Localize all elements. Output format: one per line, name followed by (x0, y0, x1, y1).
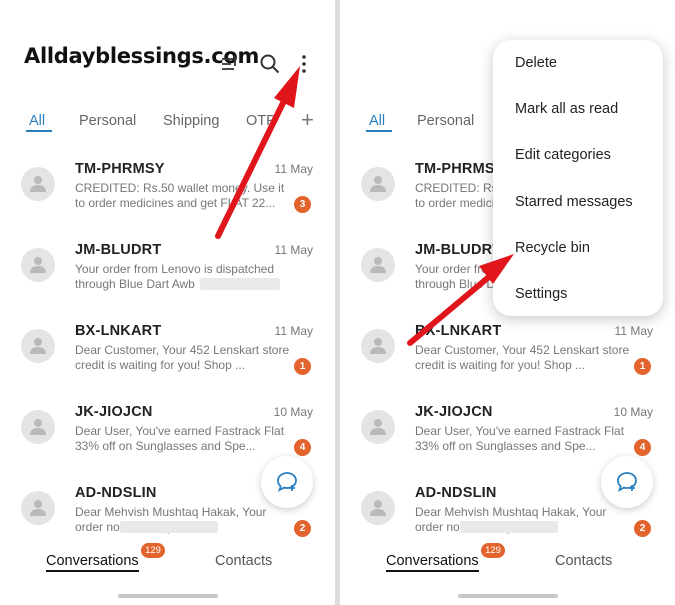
avatar (361, 491, 395, 525)
avatar (21, 167, 55, 201)
tab-personal[interactable]: Personal (79, 113, 136, 129)
sender-name: BX-LNKART (415, 323, 502, 339)
message-date: 11 May (274, 243, 313, 257)
new-message-icon (277, 472, 297, 492)
redacted-region (460, 521, 558, 533)
menu-item-delete[interactable]: Delete (515, 55, 557, 71)
avatar (361, 248, 395, 282)
message-date: 10 May (613, 405, 653, 419)
search-icon[interactable] (258, 52, 282, 76)
message-preview: CREDITED: Rs.50 wallet money. Use it to … (75, 181, 285, 210)
redacted-region (200, 278, 280, 290)
new-message-button[interactable] (601, 456, 653, 508)
conversations-count-badge: 129 (141, 543, 165, 558)
person-icon (370, 338, 386, 354)
message-preview: Dear User, You've earned Fastrack Flat 3… (75, 424, 285, 453)
menu-item-edit-categories[interactable]: Edit categories (515, 147, 611, 163)
conversation-row[interactable]: TM-PHRMSY 11 May CREDITED: Rs.50 wallet … (0, 161, 335, 241)
avatar (361, 167, 395, 201)
menu-item-settings[interactable]: Settings (515, 286, 567, 302)
sender-name: JM-BLUDRT (415, 242, 502, 258)
sender-name: AD-NDSLIN (75, 485, 157, 501)
unread-badge: 4 (634, 439, 651, 456)
message-date: 11 May (274, 162, 313, 176)
message-date: 11 May (274, 324, 313, 338)
active-nav-indicator (386, 570, 479, 572)
message-date: 11 May (614, 324, 653, 338)
unread-badge: 4 (294, 439, 311, 456)
sender-name: JK-JIOJCN (415, 404, 493, 420)
filter-icon[interactable] (218, 52, 242, 76)
messages-screen-right: All Personal TM-PHRMSY CREDITED: Rs.50 w… (340, 0, 675, 605)
overflow-menu: Delete Mark all as read Edit categories … (493, 40, 663, 316)
active-nav-indicator (46, 570, 139, 572)
conversation-row[interactable]: BX-LNKART 11 May Dear Customer, Your 452… (340, 323, 675, 403)
sender-name: JK-JIOJCN (75, 404, 153, 420)
active-tab-indicator (366, 130, 392, 132)
person-icon (370, 419, 386, 435)
person-icon (30, 500, 46, 516)
unread-badge: 1 (294, 358, 311, 375)
tab-all[interactable]: All (29, 113, 45, 129)
active-tab-indicator (26, 130, 52, 132)
sender-name: BX-LNKART (75, 323, 162, 339)
menu-item-recycle-bin[interactable]: Recycle bin (515, 240, 590, 256)
unread-badge: 2 (634, 520, 651, 537)
tab-personal[interactable]: Personal (417, 113, 474, 129)
avatar (361, 329, 395, 363)
sender-name: TM-PHRMSY (415, 161, 505, 177)
person-icon (30, 176, 46, 192)
tab-all[interactable]: All (369, 113, 385, 129)
conversations-tab[interactable]: Conversations (386, 553, 479, 569)
person-icon (370, 257, 386, 273)
redacted-region (120, 521, 218, 533)
new-message-icon (617, 472, 637, 492)
person-icon (30, 419, 46, 435)
message-preview: Dear User, You've earned Fastrack Flat 3… (415, 424, 625, 453)
add-tab-icon[interactable]: + (301, 107, 314, 133)
avatar (21, 248, 55, 282)
avatar (21, 410, 55, 444)
contacts-tab[interactable]: Contacts (215, 553, 272, 569)
avatar (361, 410, 395, 444)
unread-badge: 2 (294, 520, 311, 537)
home-indicator (458, 594, 558, 598)
tab-shipping[interactable]: Shipping (163, 113, 219, 129)
person-icon (370, 500, 386, 516)
more-options-icon[interactable] (292, 52, 316, 76)
message-date: 10 May (273, 405, 313, 419)
person-icon (30, 338, 46, 354)
sender-name: JM-BLUDRT (75, 242, 162, 258)
avatar (21, 329, 55, 363)
new-message-button[interactable] (261, 456, 313, 508)
bottom-navigation: Conversations 129 Contacts (0, 543, 335, 578)
unread-badge: 3 (294, 196, 311, 213)
messages-screen-left: Alldayblessings.com All Personal Shippin… (0, 0, 335, 605)
conversations-tab[interactable]: Conversations (46, 553, 139, 569)
avatar (21, 491, 55, 525)
message-preview: Dear Customer, Your 452 Lenskart store c… (415, 343, 630, 372)
contacts-tab[interactable]: Contacts (555, 553, 612, 569)
conversation-row[interactable]: BX-LNKART 11 May Dear Customer, Your 452… (0, 323, 335, 403)
person-icon (30, 257, 46, 273)
menu-item-mark-all-read[interactable]: Mark all as read (515, 101, 618, 117)
category-tabs: All Personal Shipping OTP (0, 110, 335, 136)
person-icon (370, 176, 386, 192)
bottom-navigation: Conversations 129 Contacts (340, 543, 675, 578)
home-indicator (118, 594, 218, 598)
message-preview: Dear Customer, Your 452 Lenskart store c… (75, 343, 290, 372)
unread-badge: 1 (634, 358, 651, 375)
conversations-count-badge: 129 (481, 543, 505, 558)
tab-otp[interactable]: OTP (246, 113, 276, 129)
conversation-row[interactable]: JM-BLUDRT 11 May Your order from Lenovo … (0, 242, 335, 322)
sender-name: AD-NDSLIN (415, 485, 497, 501)
sender-name: TM-PHRMSY (75, 161, 165, 177)
menu-item-starred-messages[interactable]: Starred messages (515, 194, 633, 210)
